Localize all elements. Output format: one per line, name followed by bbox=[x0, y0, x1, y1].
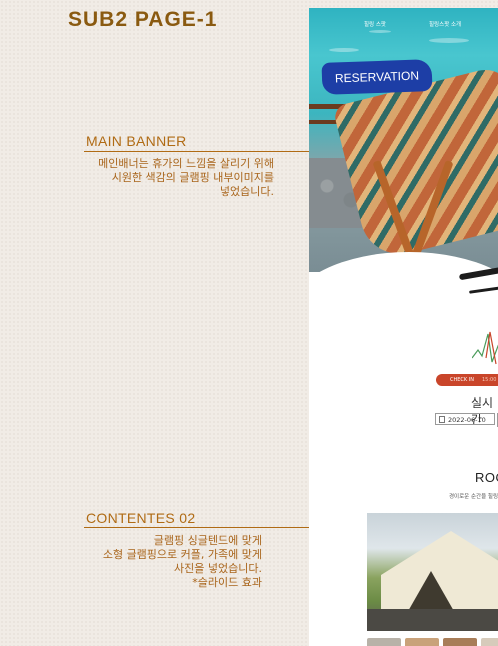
date-value: 2022-06-10 bbox=[448, 416, 486, 424]
slide-thumbnail[interactable] bbox=[405, 638, 439, 646]
checkin-bar: CHECK IN 15:00 bbox=[436, 374, 498, 386]
checkin-time: 15:00 bbox=[481, 377, 497, 383]
section-divider bbox=[84, 527, 310, 528]
website-preview: 힐링 스팟 힐링스팟 소개 RESERVATION CHECK IN 15:00 … bbox=[309, 8, 498, 646]
calendar-icon[interactable] bbox=[439, 416, 445, 423]
site-nav: 힐링 스팟 힐링스팟 소개 bbox=[309, 20, 498, 34]
room-section-subtitle: 경이로운 순간을 힐링 bbox=[449, 494, 498, 500]
nav-item-about[interactable]: 힐링스팟 소개 bbox=[429, 20, 461, 28]
room-section-title: ROO bbox=[475, 470, 498, 485]
page-title: SUB2 PAGE-1 bbox=[68, 8, 218, 31]
date-input[interactable]: 2022-06-10 bbox=[435, 413, 495, 425]
section-heading-contents-02: CONTENTES 02 bbox=[86, 510, 196, 526]
brush-stroke-decoration bbox=[468, 285, 498, 294]
section-divider bbox=[84, 151, 310, 152]
slide-thumbnail[interactable] bbox=[443, 638, 477, 646]
section-description-contents-02: 글램핑 싱글텐드에 맞게 소형 글램핑으로 커플, 가족에 맞게 사진을 넣었습… bbox=[102, 534, 262, 589]
slide-thumbnail[interactable] bbox=[367, 638, 401, 646]
section-description-main-banner: 메인배너는 휴가의 느낌을 살리기 위해 시원한 색감의 글램핑 내부이미지를 … bbox=[98, 157, 274, 198]
glamping-tent-slide-image[interactable] bbox=[367, 513, 498, 631]
main-banner-image: 힐링 스팟 힐링스팟 소개 RESERVATION bbox=[309, 8, 498, 272]
checkin-label: CHECK IN bbox=[450, 377, 474, 383]
reservation-badge: RESERVATION bbox=[321, 59, 433, 95]
zigzag-decoration bbox=[472, 331, 498, 365]
slide-thumbnail[interactable] bbox=[481, 638, 498, 646]
section-heading-main-banner: MAIN BANNER bbox=[86, 133, 187, 149]
nav-item-home[interactable]: 힐링 스팟 bbox=[364, 20, 386, 28]
